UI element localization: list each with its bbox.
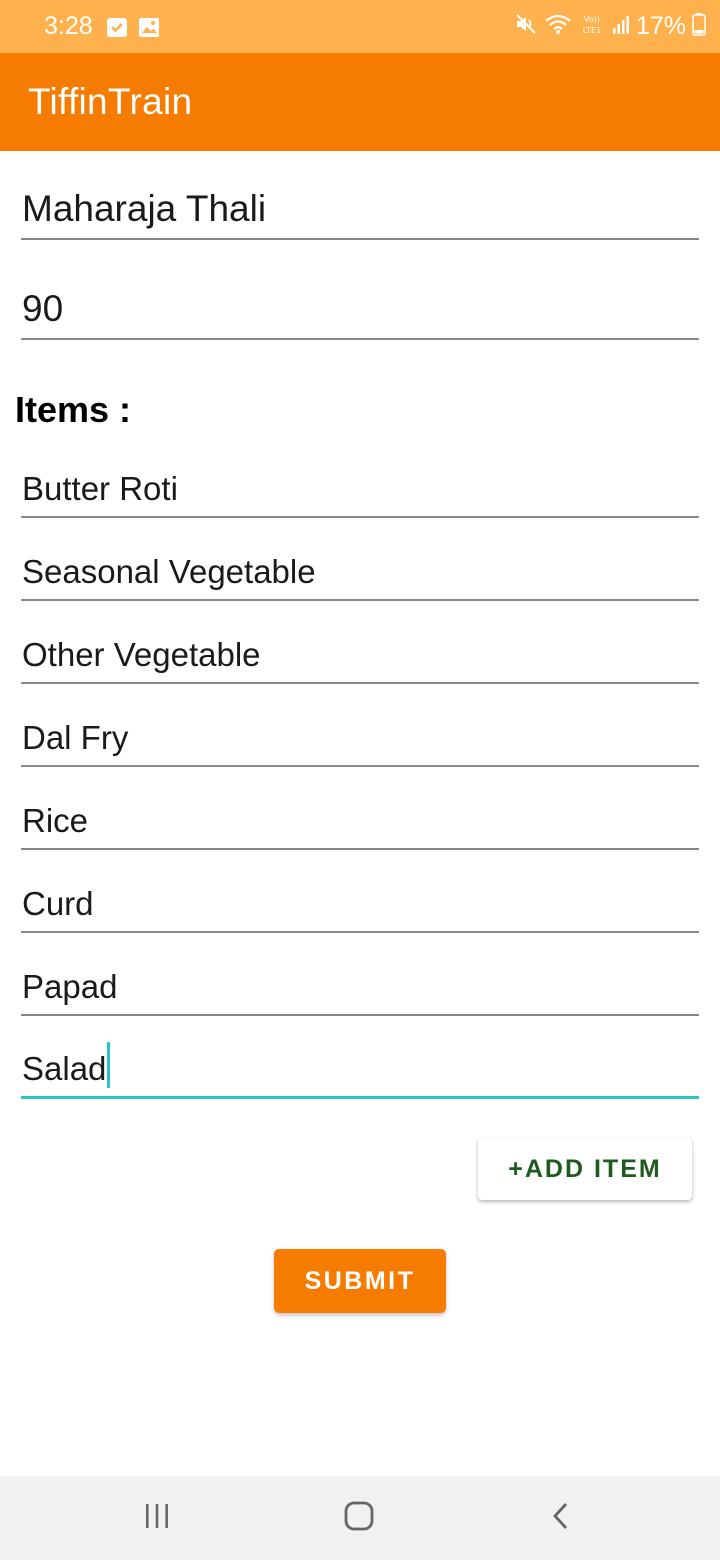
price-value: 90 bbox=[22, 288, 64, 329]
battery-icon bbox=[692, 12, 706, 41]
thali-name-value: Maharaja Thali bbox=[22, 188, 267, 229]
item-value: Seasonal Vegetable bbox=[22, 553, 316, 590]
item-value: Salad bbox=[22, 1050, 107, 1087]
recents-icon bbox=[142, 1502, 172, 1535]
back-icon bbox=[550, 1501, 572, 1536]
item-input-4[interactable]: Dal Fry bbox=[21, 699, 699, 767]
svg-text:LTE1: LTE1 bbox=[583, 26, 601, 35]
svg-text:Vo)): Vo)) bbox=[584, 15, 600, 24]
wifi-icon bbox=[544, 12, 572, 41]
status-time: 3:28 bbox=[44, 12, 93, 40]
signal-icon bbox=[612, 13, 630, 40]
text-cursor bbox=[107, 1042, 111, 1088]
home-icon bbox=[343, 1500, 375, 1537]
item-input-6[interactable]: Curd bbox=[21, 865, 699, 933]
mute-icon bbox=[514, 12, 538, 41]
back-button[interactable] bbox=[541, 1498, 581, 1538]
volte-lte-icon: Vo)) LTE1 bbox=[578, 12, 606, 41]
recents-button[interactable] bbox=[137, 1498, 177, 1538]
app-title: TiffinTrain bbox=[28, 81, 193, 122]
home-button[interactable] bbox=[339, 1498, 379, 1538]
item-input-5[interactable]: Rice bbox=[21, 782, 699, 850]
item-value: Butter Roti bbox=[22, 470, 178, 507]
item-value: Papad bbox=[22, 968, 118, 1005]
item-input-7[interactable]: Papad bbox=[21, 948, 699, 1016]
check-notification-icon bbox=[106, 16, 128, 38]
thali-name-input[interactable]: Maharaja Thali bbox=[21, 152, 699, 240]
item-value: Curd bbox=[22, 885, 94, 922]
item-input-1[interactable]: Butter Roti bbox=[21, 450, 699, 518]
app-bar: TiffinTrain bbox=[0, 53, 720, 151]
item-value: Dal Fry bbox=[22, 719, 129, 756]
image-notification-icon bbox=[138, 16, 160, 38]
add-item-button[interactable]: +ADD ITEM bbox=[478, 1138, 692, 1200]
navigation-bar bbox=[0, 1476, 720, 1560]
item-input-2[interactable]: Seasonal Vegetable bbox=[21, 533, 699, 601]
price-input[interactable]: 90 bbox=[21, 252, 699, 340]
items-heading: Items : bbox=[15, 389, 132, 430]
item-value: Other Vegetable bbox=[22, 636, 261, 673]
battery-percent: 17% bbox=[635, 12, 686, 40]
item-input-3[interactable]: Other Vegetable bbox=[21, 616, 699, 684]
status-bar: 3:28 Vo)) LTE1 17% bbox=[0, 0, 720, 53]
item-input-8[interactable]: Salad bbox=[21, 1031, 699, 1099]
submit-button[interactable]: SUBMIT bbox=[274, 1249, 446, 1313]
item-value: Rice bbox=[22, 802, 89, 839]
